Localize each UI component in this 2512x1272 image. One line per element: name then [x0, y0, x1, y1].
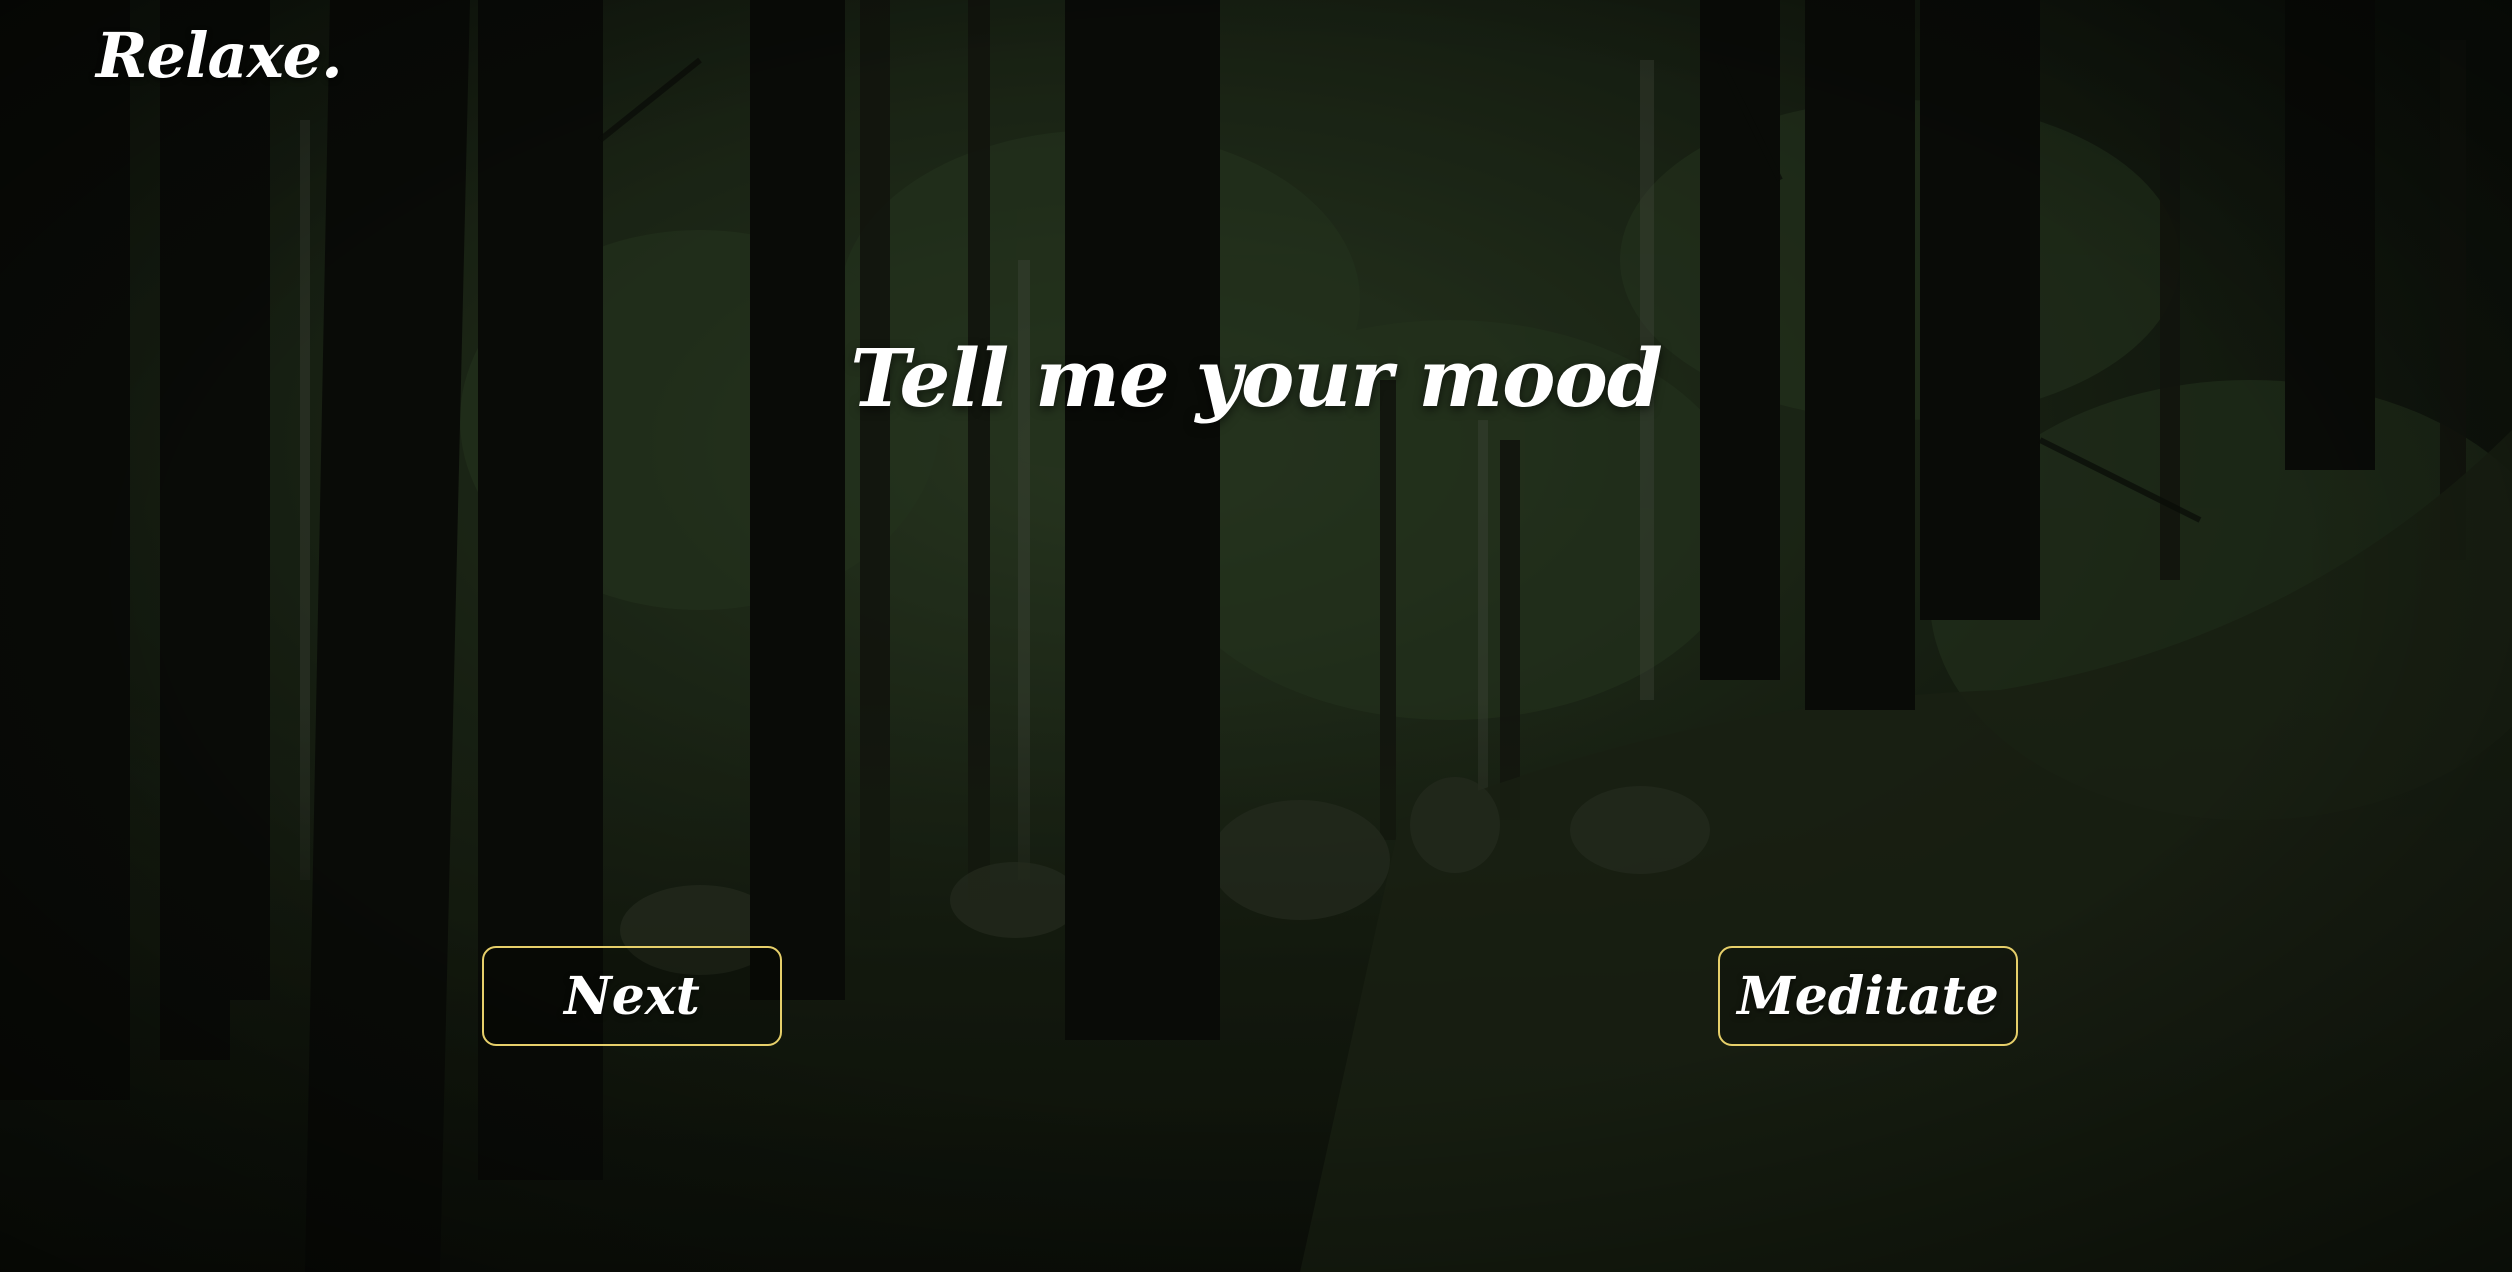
- forest-background-image: [0, 0, 2512, 1272]
- page: Relaxe. Tell me your mood Next Meditate: [0, 0, 2512, 1272]
- page-title: Tell me your mood: [850, 331, 1663, 425]
- next-button[interactable]: Next: [482, 946, 782, 1046]
- app-logo[interactable]: Relaxe.: [96, 21, 343, 90]
- meditate-button[interactable]: Meditate: [1718, 946, 2018, 1046]
